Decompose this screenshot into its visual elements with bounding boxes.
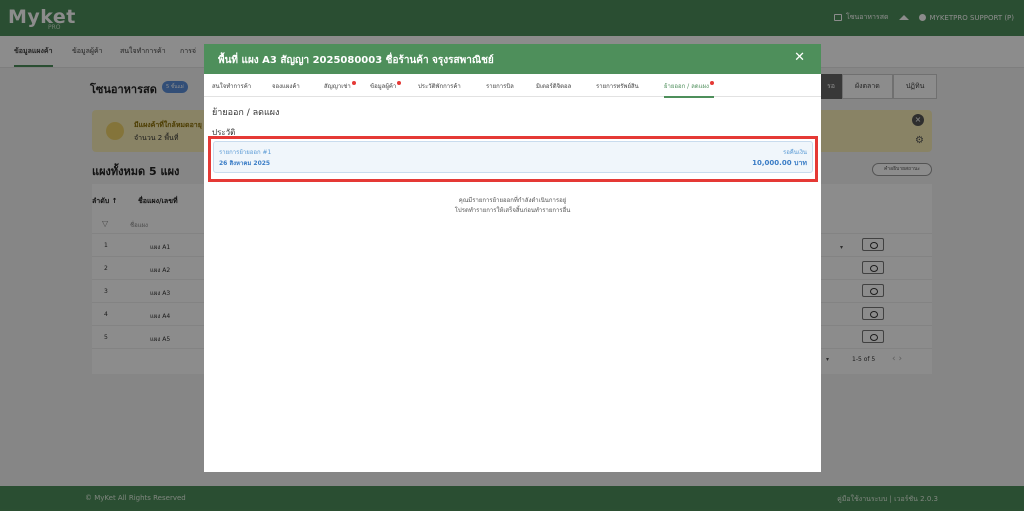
tab-digital-meter[interactable]: มิเตอร์ดิจิตอล xyxy=(536,81,571,91)
history-status: รอคืนเงิน xyxy=(782,149,807,156)
section-title: ย้ายออก / ลดแผง xyxy=(212,108,280,118)
move-out-history-card[interactable]: รายการย้ายออก #1 26 สิงหาคม 2025 รอคืนเง… xyxy=(213,141,813,173)
tab-label: มิเตอร์ดิจิตอล xyxy=(536,83,572,90)
tab-vendor-info[interactable]: ข้อมูลผู้ค้า xyxy=(370,81,402,91)
stall-detail-modal: พื้นที่ แผง A3 สัญญา 2025080003 ชื่อร้าน… xyxy=(204,44,821,472)
tab-lease-contract[interactable]: สัญญาเช่า xyxy=(324,81,356,91)
notice-line-1: คุณมีรายการย้ายออกที่กำลังดำเนินการอยู่ xyxy=(458,197,567,204)
modal-header: พื้นที่ แผง A3 สัญญา 2025080003 ชื่อร้าน… xyxy=(204,44,821,74)
tab-label: ย้ายออก / ลดแผง xyxy=(664,83,709,90)
tab-label: รายการทรัพย์สิน xyxy=(596,83,639,90)
notification-dot xyxy=(709,81,714,85)
tab-label: จองแผงค้า xyxy=(272,83,300,90)
tab-label: ข้อมูลผู้ค้า xyxy=(370,83,397,90)
tab-assets[interactable]: รายการทรัพย์สิน xyxy=(596,81,639,91)
history-date: 26 สิงหาคม 2025 xyxy=(219,160,271,167)
modal-title: พื้นที่ แผง A3 สัญญา 2025080003 ชื่อร้าน… xyxy=(218,55,494,66)
close-icon[interactable]: ✕ xyxy=(794,50,805,65)
pending-notice: คุณมีรายการย้ายออกที่กำลังดำเนินการอยู่ … xyxy=(204,196,821,216)
notice-line-2: โปรดทำรายการให้เสร็จสิ้นก่อนทำรายการอื่น xyxy=(454,207,571,214)
tab-label: สนใจทำการค้า xyxy=(212,83,252,90)
tab-booking[interactable]: จองแผงค้า xyxy=(272,81,300,91)
tab-label: รายการบิล xyxy=(486,83,514,90)
tab-label: ประวัติพักการค้า xyxy=(418,83,461,90)
tab-suspension-history[interactable]: ประวัติพักการค้า xyxy=(418,81,461,91)
notification-dot xyxy=(351,81,356,85)
tab-bills[interactable]: รายการบิล xyxy=(486,81,514,91)
notification-dot xyxy=(397,81,402,85)
history-title: รายการย้ายออก #1 xyxy=(219,149,272,156)
modal-tabs: สนใจทำการค้า จองแผงค้า สัญญาเช่า ข้อมูลผ… xyxy=(204,74,821,98)
tab-interested[interactable]: สนใจทำการค้า xyxy=(212,81,251,91)
tab-move-out[interactable]: ย้ายออก / ลดแผง xyxy=(664,81,714,98)
history-amount: 10,000.00 บาท xyxy=(752,159,807,167)
tab-label: สัญญาเช่า xyxy=(324,83,351,90)
